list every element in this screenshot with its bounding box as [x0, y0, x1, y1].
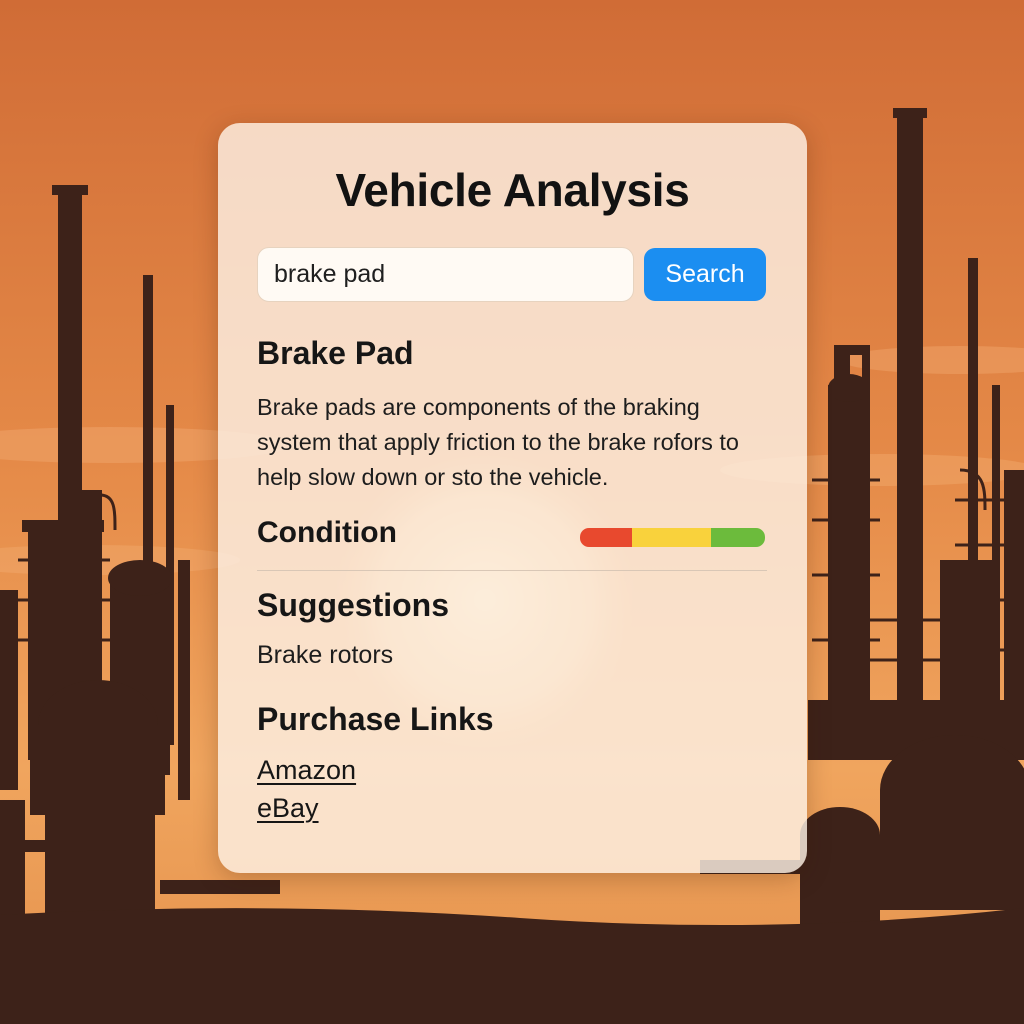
divider [257, 570, 767, 571]
page-title: Vehicle Analysis [335, 164, 690, 216]
search-button[interactable]: Search [644, 248, 766, 301]
condition-meter [580, 528, 765, 547]
condition-label: Condition [257, 516, 397, 549]
ebay-link[interactable]: eBay [257, 793, 319, 824]
condition-segment-poor [580, 528, 632, 547]
purchase-links-heading: Purchase Links [257, 701, 494, 737]
condition-segment-good [711, 528, 765, 547]
condition-segment-fair [631, 528, 712, 547]
suggestion-item: Brake rotors [257, 641, 394, 669]
amazon-link[interactable]: Amazon [257, 755, 356, 786]
suggestions-heading: Suggestions [257, 587, 450, 623]
search-input[interactable] [257, 247, 634, 302]
part-name-heading: Brake Pad [257, 335, 414, 371]
analysis-panel: Vehicle Analysis Search Brake Pad Brake … [218, 123, 807, 873]
part-description: Brake pads are components of the braking… [257, 394, 739, 490]
